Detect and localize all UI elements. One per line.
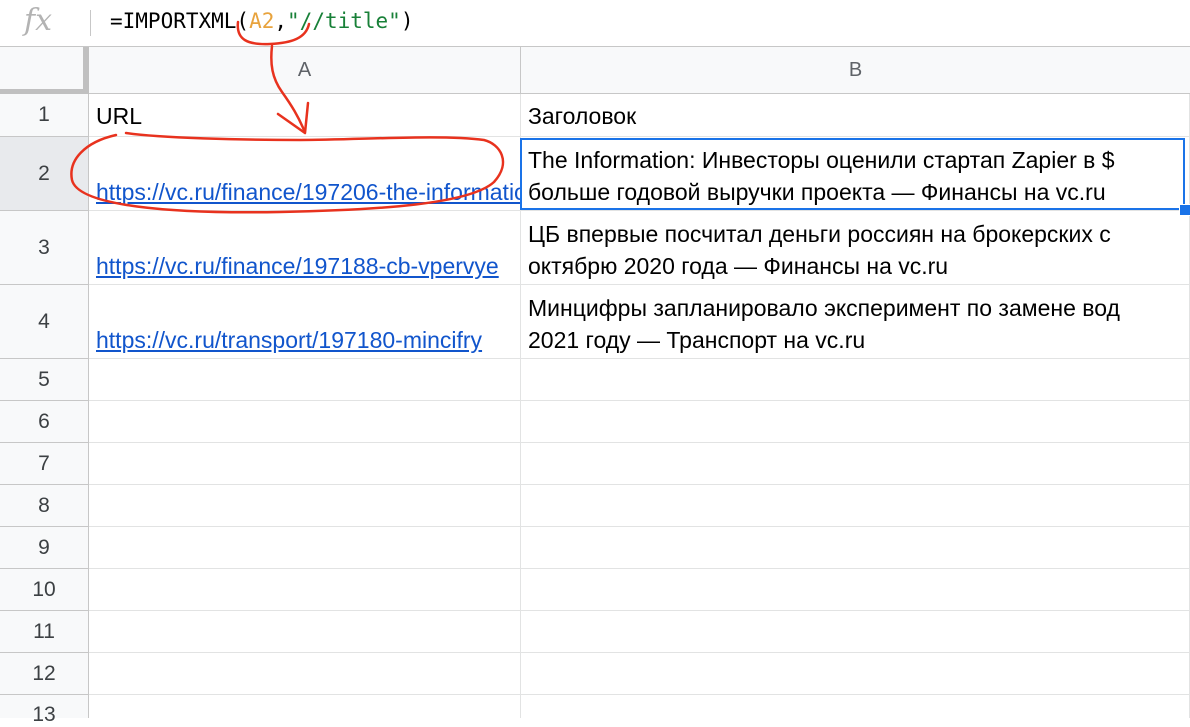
formula-ref: A2 [249, 9, 275, 33]
cell-a8[interactable] [89, 485, 521, 527]
cell-a4[interactable]: https://vc.ru/transport/197180-mincifry [89, 285, 521, 359]
cell-a2[interactable]: https://vc.ru/finance/197206-the-informa… [89, 137, 521, 211]
cell-b2-text: The Information: Инвесторы оценили старт… [528, 147, 1115, 205]
row-header-6[interactable]: 6 [0, 401, 89, 443]
formula-bar: fx =IMPORTXML(A2,"//title") [0, 0, 1190, 47]
cell-a3-link[interactable]: https://vc.ru/finance/197188-cb-vpervye [96, 253, 499, 280]
row-header-3[interactable]: 3 [0, 211, 89, 285]
row-header-11[interactable]: 11 [0, 611, 89, 653]
cell-a7[interactable] [89, 443, 521, 485]
cell-b10[interactable] [521, 569, 1190, 611]
cell-a11[interactable] [89, 611, 521, 653]
row-header-10[interactable]: 10 [0, 569, 89, 611]
cell-a12[interactable] [89, 653, 521, 695]
cell-b13[interactable] [521, 695, 1190, 718]
cell-a4-link[interactable]: https://vc.ru/transport/197180-mincifry [96, 327, 482, 354]
cell-b1[interactable]: Заголовок [521, 94, 1190, 137]
cell-b12[interactable] [521, 653, 1190, 695]
cell-b5[interactable] [521, 359, 1190, 401]
cell-b4[interactable]: Минцифры запланировало эксперимент по за… [521, 285, 1190, 359]
cell-b1-text: Заголовок [528, 103, 637, 129]
column-header-a[interactable]: A [89, 47, 521, 94]
formula-input[interactable]: =IMPORTXML(A2,"//title") [110, 6, 413, 36]
row-header-1[interactable]: 1 [0, 94, 89, 137]
row-header-9[interactable]: 9 [0, 527, 89, 569]
row-header-5[interactable]: 5 [0, 359, 89, 401]
cell-b9[interactable] [521, 527, 1190, 569]
cell-a1-text: URL [96, 103, 143, 129]
row-header-4[interactable]: 4 [0, 285, 89, 359]
cell-b4-text: Минцифры запланировало эксперимент по за… [528, 295, 1120, 353]
cell-a10[interactable] [89, 569, 521, 611]
cell-b2[interactable]: The Information: Инвесторы оценили старт… [521, 137, 1190, 211]
cell-b7[interactable] [521, 443, 1190, 485]
cell-a5[interactable] [89, 359, 521, 401]
cell-a3[interactable]: https://vc.ru/finance/197188-cb-vpervye [89, 211, 521, 285]
formula-string: "//title" [287, 9, 401, 33]
row-header-2[interactable]: 2 [0, 137, 89, 211]
select-all-corner[interactable] [0, 47, 89, 95]
cell-a1[interactable]: URL [89, 94, 521, 137]
row-header-12[interactable]: 12 [0, 653, 89, 695]
row-header-13[interactable]: 13 [0, 695, 89, 726]
fill-handle[interactable] [1179, 204, 1190, 216]
formula-suffix: ) [400, 9, 414, 33]
cell-b11[interactable] [521, 611, 1190, 653]
cell-b3-text: ЦБ впервые посчитал деньги россиян на бр… [528, 221, 1111, 279]
cell-a2-link[interactable]: https://vc.ru/finance/197206-the-informa… [96, 179, 520, 206]
cell-b3[interactable]: ЦБ впервые посчитал деньги россиян на бр… [521, 211, 1190, 285]
cell-a6[interactable] [89, 401, 521, 443]
cell-a13[interactable] [89, 695, 521, 718]
formula-separator: , [274, 9, 288, 33]
fx-icon: fx [24, 3, 53, 38]
row-header-8[interactable]: 8 [0, 485, 89, 527]
column-header-b[interactable]: B [521, 47, 1190, 94]
formula-prefix: =IMPORTXML( [110, 9, 250, 33]
cell-b8[interactable] [521, 485, 1190, 527]
cell-a9[interactable] [89, 527, 521, 569]
row-header-7[interactable]: 7 [0, 443, 89, 485]
formula-bar-divider [90, 10, 91, 36]
cell-b6[interactable] [521, 401, 1190, 443]
